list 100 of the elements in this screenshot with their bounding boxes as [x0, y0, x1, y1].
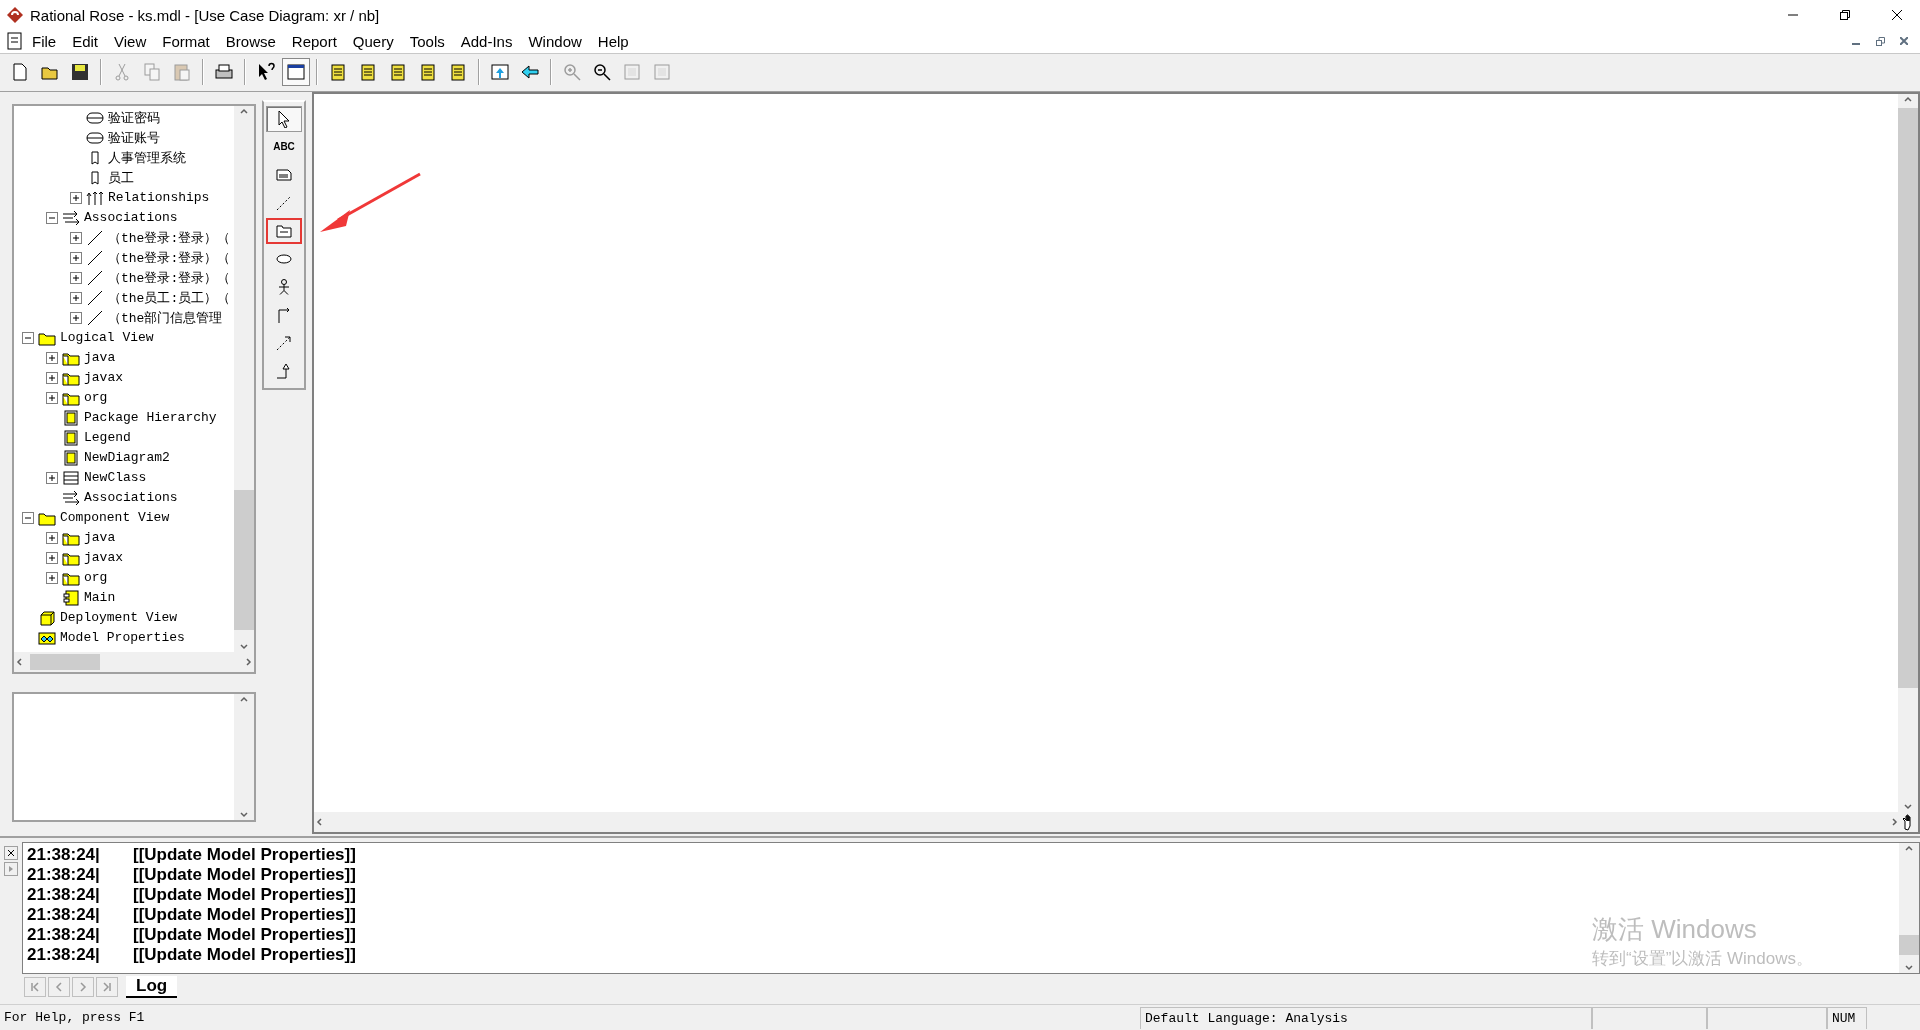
- vertical-scrollbar[interactable]: [1899, 843, 1919, 974]
- next-icon: [77, 981, 89, 994]
- log-message: [[Update Model Properties]]: [133, 925, 356, 946]
- tree-item[interactable]: Main: [14, 587, 234, 608]
- expand-icon[interactable]: [70, 291, 82, 304]
- scroll-right-icon[interactable]: [1890, 817, 1900, 828]
- scroll-right-icon[interactable]: [244, 656, 254, 667]
- log-tab[interactable]: Log: [126, 976, 178, 999]
- scroll-left-icon[interactable]: [14, 656, 24, 667]
- use-case-icon: [86, 109, 104, 126]
- expand-icon[interactable]: [46, 471, 58, 484]
- expand-icon[interactable]: [70, 231, 82, 244]
- scroll-thumb[interactable]: [1899, 935, 1919, 956]
- dashed-arrow-icon: [275, 333, 293, 352]
- scroll-left-icon[interactable]: [314, 817, 324, 828]
- expand-icon[interactable]: [70, 191, 82, 204]
- menu-item[interactable]: View: [106, 30, 155, 53]
- diagram-icon: [418, 62, 438, 83]
- log-message: [[Update Model Properties]]: [133, 885, 356, 906]
- expand-icon[interactable]: [70, 251, 82, 264]
- status-help-text: For Help, press F1: [3, 1009, 146, 1027]
- scroll-thumb[interactable]: [30, 653, 100, 670]
- tree-item[interactable]: Legend: [14, 427, 234, 448]
- menu-item[interactable]: Report: [283, 30, 345, 53]
- tool-button[interactable]: [266, 105, 302, 132]
- diagram-icon: [448, 62, 468, 83]
- tree-item[interactable]: javax: [14, 547, 234, 568]
- close-icon: [1900, 37, 1908, 46]
- close-button[interactable]: [4, 846, 18, 861]
- vertical-scrollbar[interactable]: [234, 105, 254, 652]
- expand-icon[interactable]: [46, 551, 58, 564]
- association-icon: [86, 249, 104, 266]
- documentation-box[interactable]: [12, 691, 256, 822]
- tree-item[interactable]: Logical View: [14, 327, 234, 348]
- menu-item[interactable]: Browse: [217, 30, 284, 53]
- tree-item[interactable]: org: [14, 567, 234, 588]
- log-time: 21:38:24|: [27, 865, 101, 886]
- scroll-down-icon[interactable]: [239, 641, 249, 652]
- expand-icon[interactable]: [70, 311, 82, 324]
- tree-item[interactable]: （the部门信息管理: [14, 307, 234, 328]
- tree-item[interactable]: 验证账号: [14, 127, 234, 148]
- log-time: 21:38:24|: [27, 945, 101, 966]
- menu-item[interactable]: Format: [154, 30, 218, 53]
- diagram-icon: [388, 62, 408, 83]
- scroll-thumb[interactable]: [1898, 107, 1918, 688]
- tree-item[interactable]: 员工: [14, 167, 234, 188]
- clipboard-icon: [172, 62, 192, 83]
- collapse-icon[interactable]: [22, 331, 34, 344]
- menu-item[interactable]: Tools: [401, 30, 453, 53]
- tree-item[interactable]: NewClass: [14, 467, 234, 488]
- log-message: [[Update Model Properties]]: [133, 945, 356, 966]
- scroll-thumb[interactable]: [234, 489, 254, 630]
- expand-icon[interactable]: [46, 391, 58, 404]
- log-message: [[Update Model Properties]]: [133, 905, 356, 926]
- menu-item[interactable]: Query: [344, 30, 402, 53]
- tree-item[interactable]: 验证密码: [14, 107, 234, 128]
- menu-item[interactable]: Add-Ins: [452, 30, 521, 53]
- generalization-icon: [275, 361, 293, 380]
- expand-icon[interactable]: [46, 531, 58, 544]
- tree-item[interactable]: NewDiagram2: [14, 447, 234, 468]
- log-time: 21:38:24|: [27, 885, 101, 906]
- fit-window-icon: [652, 62, 672, 83]
- menu-item[interactable]: Edit: [64, 30, 107, 53]
- tree-item[interactable]: Associations: [14, 207, 234, 228]
- tree-item[interactable]: java: [14, 347, 234, 368]
- menu-item[interactable]: Window: [520, 30, 590, 53]
- first-icon: [29, 981, 41, 994]
- horizontal-scrollbar[interactable]: [14, 651, 254, 672]
- tree-item[interactable]: 人事管理系统: [14, 147, 234, 168]
- tree-item[interactable]: （the登录:登录）（: [14, 227, 234, 248]
- component-icon: [62, 589, 80, 606]
- toolbar-button[interactable]: [282, 58, 310, 87]
- tree-item[interactable]: Associations: [14, 487, 234, 508]
- expand-icon[interactable]: [70, 271, 82, 284]
- status-num-indicator: NUM: [1827, 1006, 1867, 1029]
- diagram-icon: [62, 409, 80, 426]
- tree-item[interactable]: javax: [14, 367, 234, 388]
- tree-item[interactable]: org: [14, 387, 234, 408]
- collapse-icon[interactable]: [46, 211, 58, 224]
- tree-item[interactable]: Model Properties: [14, 627, 234, 648]
- tree-item[interactable]: Component View: [14, 507, 234, 528]
- diagram-icon: [328, 62, 348, 83]
- use-case-icon: [86, 129, 104, 146]
- tree-item[interactable]: Deployment View: [14, 607, 234, 628]
- collapse-icon[interactable]: [22, 511, 34, 524]
- expand-icon[interactable]: [46, 351, 58, 364]
- menu-item[interactable]: File: [24, 30, 65, 53]
- tree-item[interactable]: （the登录:登录）（: [14, 267, 234, 288]
- expand-icon[interactable]: [46, 571, 58, 584]
- menu-item[interactable]: Help: [589, 30, 637, 53]
- tree-item[interactable]: （the登录:登录）（: [14, 247, 234, 268]
- tree-item[interactable]: Package Hierarchy: [14, 407, 234, 428]
- new-file-icon: [10, 62, 30, 83]
- scroll-down-icon[interactable]: [239, 809, 249, 820]
- expand-icon[interactable]: [46, 371, 58, 384]
- text-tool-button[interactable]: ABC: [266, 133, 302, 160]
- tree-item[interactable]: （the员工:员工）（: [14, 287, 234, 308]
- fit-window-icon: [622, 62, 642, 83]
- tree-item[interactable]: Relationships: [14, 187, 234, 208]
- tree-item[interactable]: java: [14, 527, 234, 548]
